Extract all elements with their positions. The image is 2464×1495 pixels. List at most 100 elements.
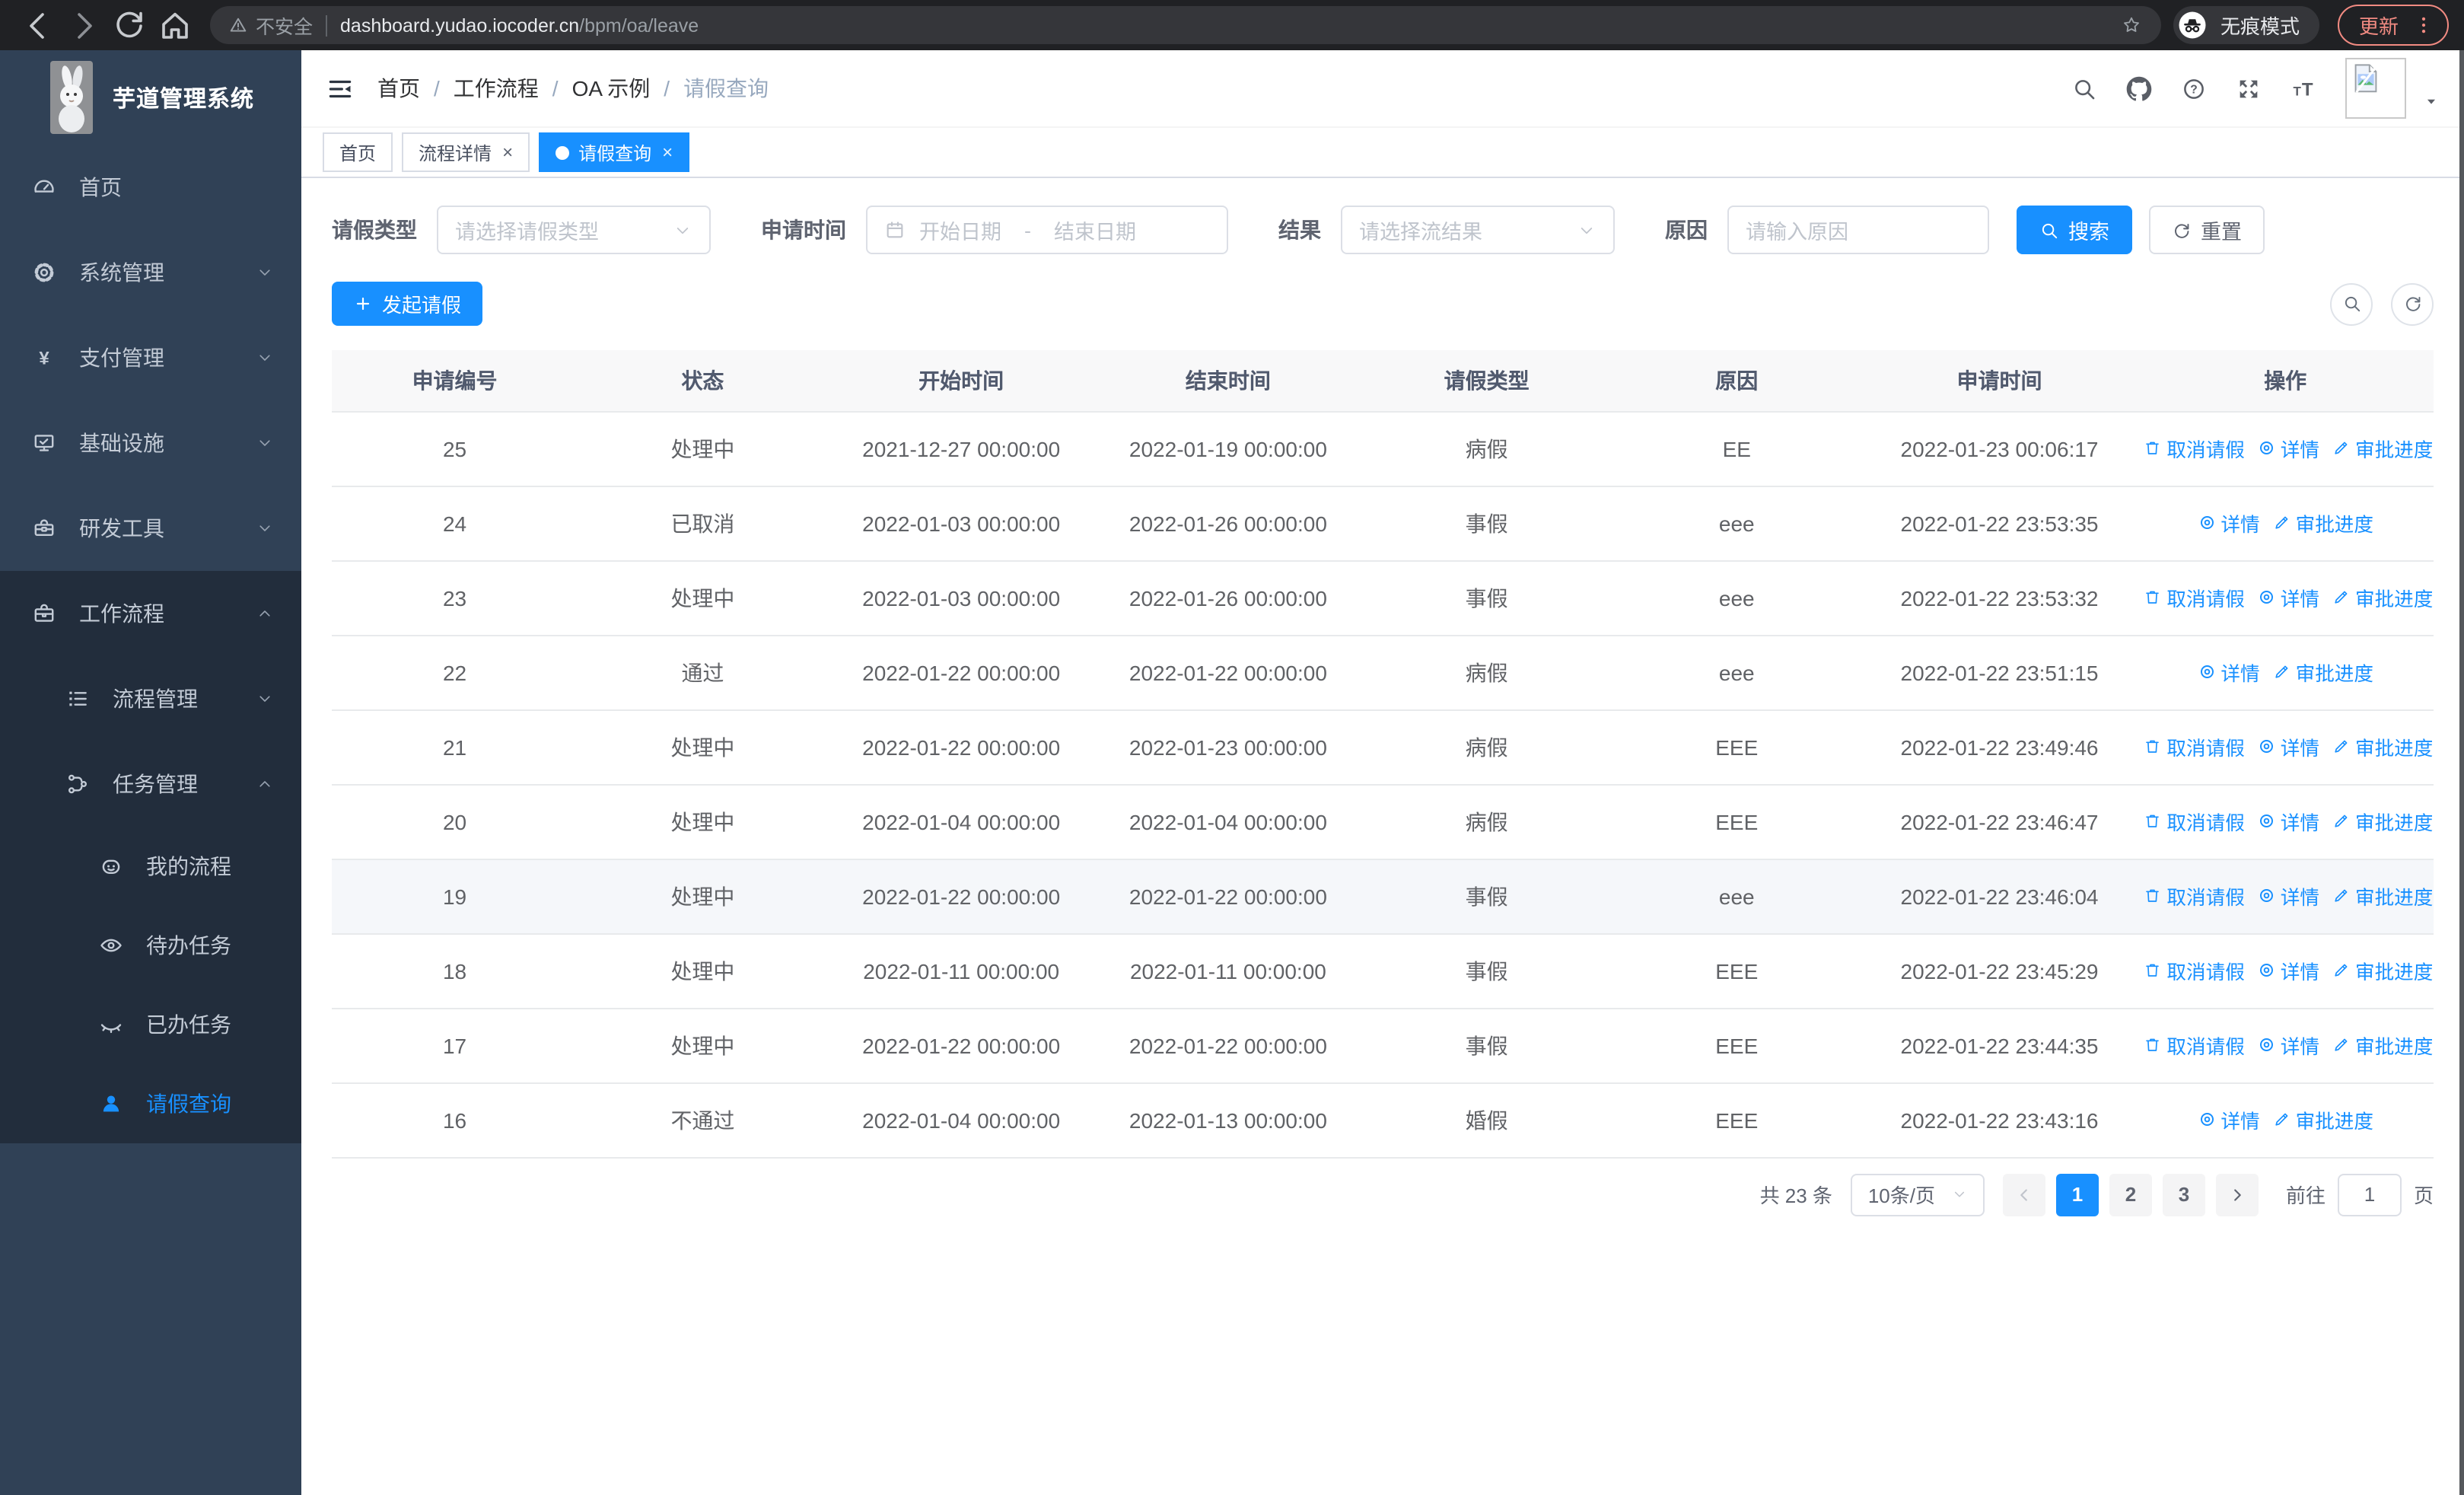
page-size-select[interactable]: 10条/页 [1850,1173,1985,1216]
action-detail[interactable]: 详情 [2197,1105,2260,1134]
close-icon[interactable]: × [502,142,513,163]
action-progress[interactable]: 审批进度 [2332,1031,2433,1060]
sidebar-item-system[interactable]: 系统管理 [0,230,301,315]
action-progress[interactable]: 审批进度 [2272,658,2373,687]
action-cancel[interactable]: 取消请假 [2143,434,2245,463]
table-toolbar: 发起请假 [332,282,2434,326]
trash-icon [2143,961,2162,980]
action-detail[interactable]: 详情 [2257,732,2319,761]
tab-process-detail[interactable]: 流程详情 × [402,132,530,172]
cell-end: 2022-01-19 00:00:00 [1094,411,1362,486]
action-detail[interactable]: 详情 [2257,434,2319,463]
action-detail[interactable]: 详情 [2197,508,2260,537]
action-cancel[interactable]: 取消请假 [2143,732,2245,761]
eyeclosed-icon [97,1012,125,1037]
action-detail[interactable]: 详情 [2197,658,2260,687]
app-logo[interactable]: 芋道管理系统 [0,50,301,145]
sidebar-item-infra[interactable]: 基础设施 [0,400,301,486]
toggle-search-button[interactable] [2330,282,2373,325]
forward-icon[interactable] [65,7,102,43]
fullscreen-icon[interactable] [2236,75,2262,101]
action-cancel[interactable]: 取消请假 [2143,956,2245,985]
search-icon[interactable] [2071,75,2097,101]
sidebar-item-todo-tasks[interactable]: 待办任务 [0,906,301,985]
view-icon [2257,439,2276,458]
help-icon[interactable]: ? [2181,75,2207,101]
tab-home[interactable]: 首页 [323,132,393,172]
refresh-table-button[interactable] [2391,282,2434,325]
page-3-button[interactable]: 3 [2162,1173,2205,1216]
prev-page-button[interactable] [2002,1173,2045,1216]
action-cancel[interactable]: 取消请假 [2143,807,2245,836]
action-progress[interactable]: 审批进度 [2332,956,2433,985]
column-header: 开始时间 [827,350,1095,412]
search-button[interactable]: 搜索 [2017,206,2132,254]
create-leave-button[interactable]: 发起请假 [332,282,483,326]
browser-update-button[interactable]: 更新 [2337,5,2449,46]
page-2-button[interactable]: 2 [2109,1173,2152,1216]
sidebar-item-dev-tools[interactable]: 研发工具 [0,486,301,571]
action-progress[interactable]: 审批进度 [2332,807,2433,836]
bookmark-star-icon[interactable] [2120,14,2143,37]
action-progress[interactable]: 审批进度 [2272,508,2373,537]
sidebar-item-leave-query[interactable]: 请假查询 [0,1064,301,1143]
action-progress[interactable]: 审批进度 [2332,583,2433,612]
breadcrumb-item[interactable]: 工作流程 [454,73,539,104]
font-size-icon[interactable]: TT [2291,75,2316,101]
apply-time-range-picker[interactable]: 开始日期 - 结束日期 [866,206,1228,254]
next-page-button[interactable] [2215,1173,2259,1216]
action-cancel[interactable]: 取消请假 [2143,583,2245,612]
trash-icon [2143,812,2162,831]
github-icon[interactable] [2126,75,2152,101]
edit-icon [2332,439,2351,458]
cell-no: 21 [332,709,578,785]
close-icon[interactable]: × [662,142,673,163]
url-bar[interactable]: 不安全 dashboard.yudao.iocoder.cn/bpm/oa/le… [210,6,2161,44]
breadcrumb-item[interactable]: OA 示例 [572,73,651,104]
sidebar-item-my-process[interactable]: 我的流程 [0,827,301,906]
chevron-down-icon[interactable] [2423,92,2440,109]
action-detail[interactable]: 详情 [2257,1031,2319,1060]
action-detail[interactable]: 详情 [2257,881,2319,910]
sidebar-item-done-tasks[interactable]: 已办任务 [0,985,301,1064]
scrollbar[interactable] [2459,50,2464,1495]
sidebar-item-payment[interactable]: ¥ 支付管理 [0,315,301,400]
home-icon[interactable] [157,7,193,43]
monitor-icon [30,431,58,455]
trash-icon [2143,439,2162,458]
not-secure-icon[interactable] [228,15,248,35]
action-progress[interactable]: 审批进度 [2332,881,2433,910]
cell-end: 2022-01-22 00:00:00 [1094,635,1362,710]
sidebar-item-task-mgmt[interactable]: 任务管理 [0,741,301,827]
tab-leave-query[interactable]: 请假查询 × [539,132,690,172]
sidebar-item-process-mgmt[interactable]: 流程管理 [0,656,301,741]
page-content: 请假类型 请选择请假类型 申请时间 开始日期 - 结束日期 结果 请选择流结果 … [301,178,2464,1495]
cell-end: 2022-01-11 00:00:00 [1094,933,1362,1009]
page-1-button[interactable]: 1 [2055,1173,2099,1216]
sidebar-item-home[interactable]: 首页 [0,145,301,230]
tab-label: 流程详情 [419,142,492,164]
table-row: 19 处理中 2022-01-22 00:00:00 2022-01-22 00… [332,859,2434,934]
goto-page-input[interactable] [2337,1173,2402,1216]
action-progress[interactable]: 审批进度 [2272,1105,2373,1134]
leave-type-select[interactable]: 请选择请假类型 [437,206,711,254]
back-icon[interactable] [20,7,56,43]
breadcrumb-item[interactable]: 首页 [377,73,420,104]
result-select[interactable]: 请选择流结果 [1341,206,1615,254]
reload-icon[interactable] [111,7,148,43]
action-progress[interactable]: 审批进度 [2332,434,2433,463]
action-cancel[interactable]: 取消请假 [2143,881,2245,910]
sidebar-collapse-icon[interactable] [326,74,355,103]
breadcrumb-separator: / [552,76,559,100]
action-detail[interactable]: 详情 [2257,956,2319,985]
browser-menu-icon[interactable] [2412,14,2435,37]
action-detail[interactable]: 详情 [2257,807,2319,836]
reason-input[interactable]: 请输入原因 [1727,206,1989,254]
action-progress[interactable]: 审批进度 [2332,732,2433,761]
action-cancel[interactable]: 取消请假 [2143,1031,2245,1060]
reset-button[interactable]: 重置 [2149,206,2265,254]
avatar[interactable] [2345,58,2406,119]
action-detail[interactable]: 详情 [2257,583,2319,612]
sidebar-item-workflow[interactable]: 工作流程 [0,571,301,656]
cell-reason: EE [1611,411,1862,486]
